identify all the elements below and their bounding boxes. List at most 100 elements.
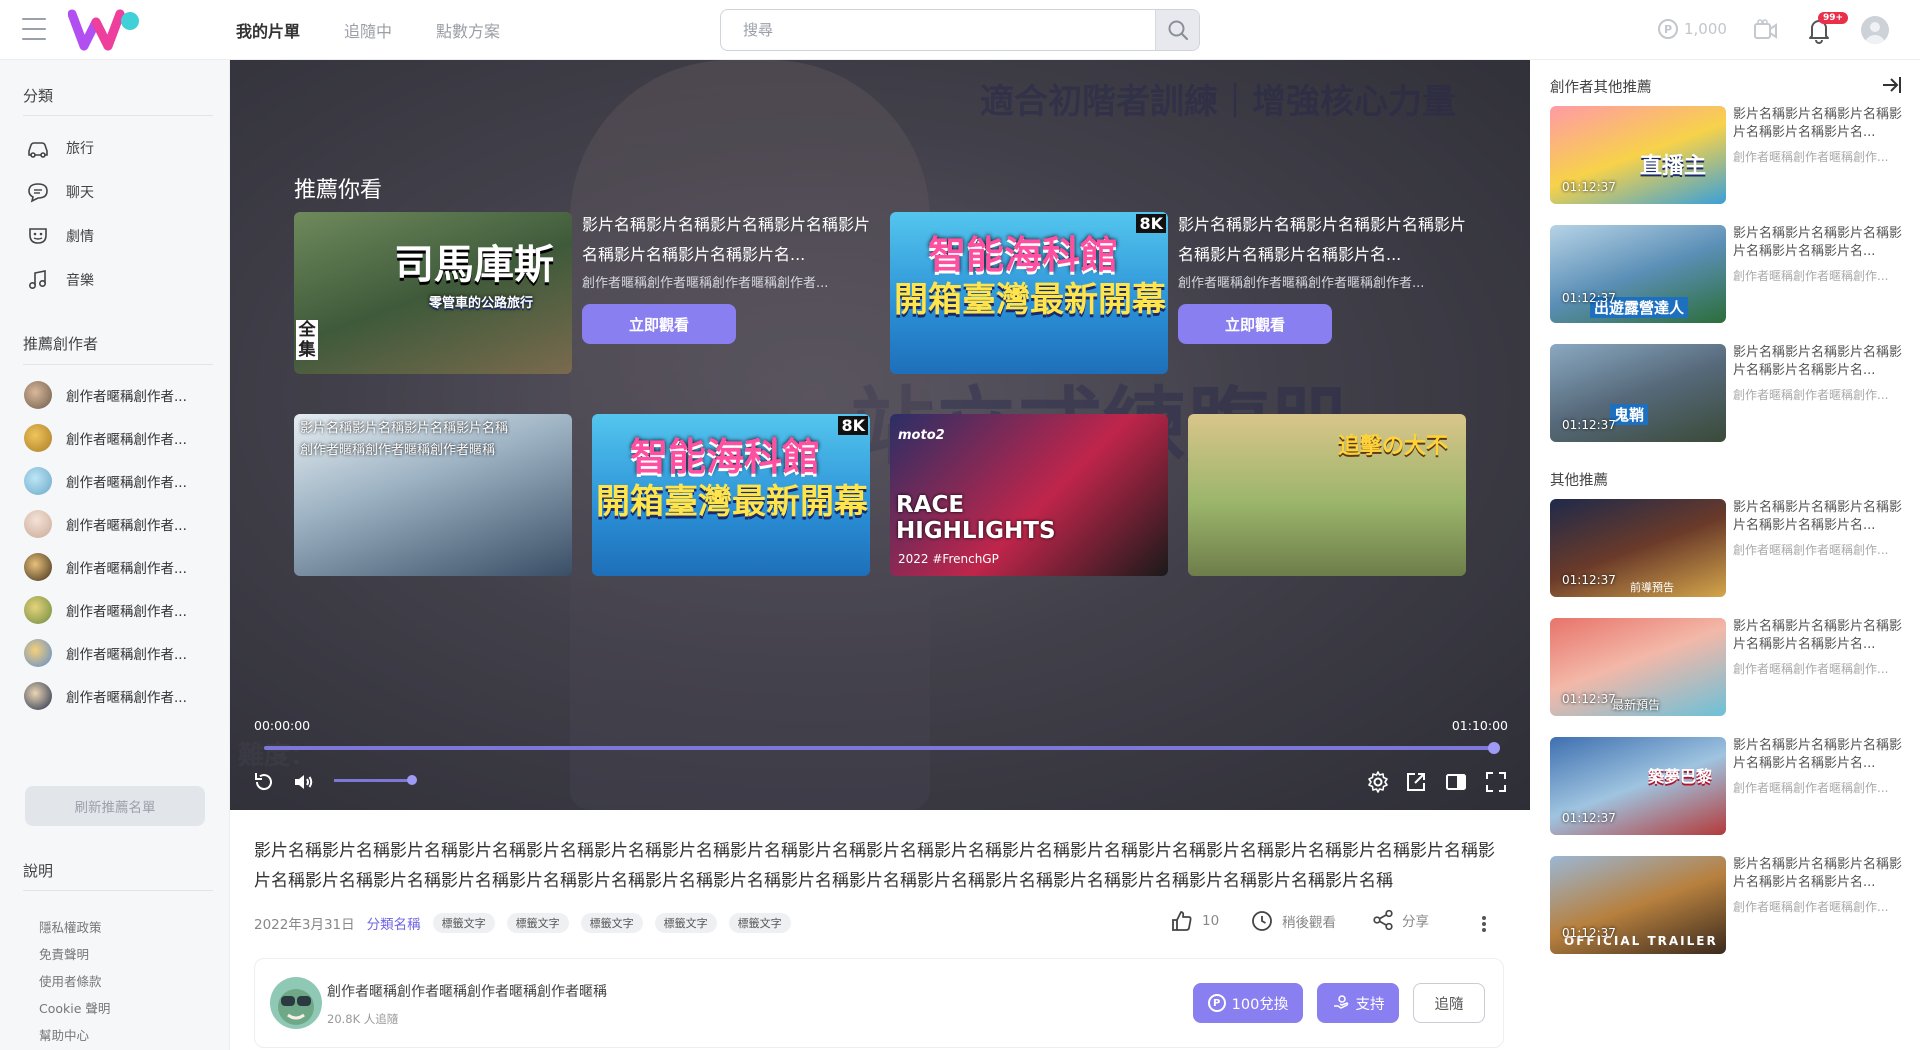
recommended-creator[interactable]: 創作者暱稱創作者... bbox=[24, 553, 214, 581]
recommended-video-thumbnail[interactable]: 追擊の大不 bbox=[1188, 414, 1466, 576]
video-player[interactable]: 適合初階者訓練｜增強核心力量 站立式練腹肌 難度： 推薦你看 司馬庫斯 零管車的… bbox=[230, 60, 1530, 810]
side-video-thumbnail[interactable]: OFFICIAL TRAILER 01:12:37 bbox=[1550, 856, 1726, 954]
category-chat[interactable]: 聊天 bbox=[26, 181, 94, 203]
thumbnail-tag: 8K bbox=[838, 416, 868, 435]
video-author[interactable]: 創作者暱稱創作者暱稱創作... bbox=[1733, 660, 1903, 677]
video-tag[interactable]: 標籤文字 bbox=[506, 913, 569, 933]
watch-now-button[interactable]: 立即觀看 bbox=[1178, 304, 1332, 344]
search-input[interactable] bbox=[721, 10, 1155, 50]
like-button[interactable]: 10 bbox=[1170, 909, 1219, 933]
creator-name[interactable]: 創作者暱稱創作者暱稱創作者暱稱創作者暱稱 bbox=[327, 981, 607, 1001]
video-author[interactable]: 創作者暱稱創作者暱稱創作... bbox=[1733, 541, 1903, 558]
side-video-thumbnail[interactable]: 最新預告 01:12:37 bbox=[1550, 618, 1726, 716]
menu-icon[interactable] bbox=[22, 18, 46, 40]
video-name[interactable]: 影片名稱影片名稱影片名稱影片名稱影片名稱影片名... bbox=[1733, 344, 1903, 380]
volume-icon[interactable] bbox=[292, 770, 316, 794]
popout-icon[interactable] bbox=[1404, 770, 1428, 794]
recommended-creator[interactable]: 創作者暱稱創作者... bbox=[24, 682, 214, 710]
video-name[interactable]: 影片名稱影片名稱影片名稱影片名稱影片名稱影片名... bbox=[1733, 618, 1903, 654]
watch-now-button[interactable]: 立即觀看 bbox=[582, 304, 736, 344]
other-recommendations-heading: 其他推薦 bbox=[1550, 473, 1608, 489]
upload-video-icon[interactable] bbox=[1752, 17, 1778, 43]
nav-following[interactable]: 追隨中 bbox=[344, 18, 392, 42]
follow-button[interactable]: 追隨 bbox=[1413, 983, 1485, 1023]
share-button[interactable]: 分享 bbox=[1372, 909, 1429, 931]
video-name[interactable]: 影片名稱影片名稱影片名稱影片名稱影片名稱影片名... bbox=[1733, 499, 1903, 535]
recommended-creator[interactable]: 創作者暱稱創作者... bbox=[24, 510, 214, 538]
search-button[interactable] bbox=[1155, 10, 1199, 50]
video-author[interactable]: 創作者暱稱創作者暱稱創作者暱稱創作者... bbox=[582, 272, 872, 291]
redeem-points-button[interactable]: P 100兌換 bbox=[1193, 983, 1303, 1023]
recommended-creator[interactable]: 創作者暱稱創作者... bbox=[24, 596, 214, 624]
side-video-thumbnail[interactable]: 鬼鞘 01:12:37 bbox=[1550, 344, 1726, 442]
video-tag[interactable]: 標籤文字 bbox=[580, 913, 643, 933]
watch-later-button[interactable]: 稍後觀看 bbox=[1250, 909, 1336, 933]
help-center-link[interactable]: 幫助中心 bbox=[39, 1025, 89, 1044]
side-video-thumbnail[interactable]: 前導預告 01:12:37 bbox=[1550, 499, 1726, 597]
creator-name: 創作者暱稱創作者... bbox=[66, 647, 187, 663]
category-link[interactable]: 分類名稱 bbox=[367, 913, 421, 933]
theater-mode-icon[interactable] bbox=[1444, 770, 1468, 794]
nav-my-list[interactable]: 我的片單 bbox=[236, 18, 300, 42]
video-name[interactable]: 影片名稱影片名稱影片名稱影片名稱影片名稱影片名... bbox=[1733, 856, 1903, 892]
video-name[interactable]: 影片名稱影片名稱影片名稱影片名稱影片名稱影片名稱影片名稱影片名... bbox=[1178, 210, 1468, 270]
more-options-icon[interactable] bbox=[1476, 912, 1492, 936]
progress-handle[interactable] bbox=[1488, 742, 1500, 754]
points-balance[interactable]: P 1,000 bbox=[1658, 19, 1727, 39]
thumbnail-text: 最新預告 bbox=[1612, 698, 1661, 712]
video-duration: 01:12:37 bbox=[1562, 291, 1616, 305]
video-author[interactable]: 創作者暱稱創作者暱稱創作... bbox=[1733, 267, 1903, 284]
video-name[interactable]: 影片名稱影片名稱影片名稱影片名稱影片名稱影片名稱影片名稱影片名... bbox=[582, 210, 872, 270]
video-name[interactable]: 影片名稱影片名稱影片名稱影片名稱影片名稱影片名... bbox=[1733, 737, 1903, 773]
collapse-panel-icon[interactable] bbox=[1880, 74, 1902, 96]
support-hand-icon bbox=[1333, 995, 1348, 1009]
side-video-thumbnail[interactable]: 直播主 01:12:37 bbox=[1550, 106, 1726, 204]
user-avatar[interactable] bbox=[1861, 16, 1889, 44]
site-logo[interactable] bbox=[68, 8, 144, 52]
volume-handle[interactable] bbox=[407, 775, 417, 785]
watch-later-label: 稍後觀看 bbox=[1282, 915, 1336, 931]
category-label: 旅行 bbox=[66, 141, 94, 157]
support-button[interactable]: 支持 bbox=[1317, 983, 1399, 1023]
side-video-thumbnail[interactable]: 出遊露營達人 01:12:37 bbox=[1550, 225, 1726, 323]
video-author[interactable]: 創作者暱稱創作者暱稱創作者暱稱創作者... bbox=[1178, 272, 1468, 291]
video-author[interactable]: 創作者暱稱創作者暱稱創作... bbox=[1733, 148, 1903, 165]
video-author[interactable]: 創作者暱稱創作者暱稱創作... bbox=[1733, 386, 1903, 403]
recommended-creator[interactable]: 創作者暱稱創作者... bbox=[24, 639, 214, 667]
side-video-thumbnail[interactable]: 築夢巴黎 01:12:37 bbox=[1550, 737, 1726, 835]
volume-slider[interactable] bbox=[334, 775, 417, 785]
recommended-video-thumbnail[interactable]: moto2 RACE HIGHLIGHTS 2022 #FrenchGP bbox=[890, 414, 1168, 576]
category-label: 劇情 bbox=[66, 229, 94, 245]
featured-video-thumbnail[interactable]: 司馬庫斯 零管車的公路旅行 全集 bbox=[294, 212, 572, 374]
cookie-link[interactable]: Cookie 聲明 bbox=[39, 998, 110, 1017]
recommended-creator[interactable]: 創作者暱稱創作者... bbox=[24, 381, 214, 409]
privacy-policy-link[interactable]: 隱私權政策 bbox=[39, 917, 102, 936]
settings-icon[interactable] bbox=[1366, 770, 1390, 794]
category-travel[interactable]: 旅行 bbox=[26, 137, 94, 159]
recommended-video-thumbnail[interactable]: 影片名稱影片名稱影片名稱影片名稱 創作者暱稱創作者暱稱創作者暱稱 bbox=[294, 414, 572, 576]
recommended-creator[interactable]: 創作者暱稱創作者... bbox=[24, 424, 214, 452]
video-tag[interactable]: 標籤文字 bbox=[432, 913, 495, 933]
thumbnail-subtext: 開箱臺灣最新開幕 bbox=[894, 280, 1166, 320]
replay-icon[interactable] bbox=[252, 770, 276, 794]
video-name[interactable]: 影片名稱影片名稱影片名稱影片名稱影片名稱影片名... bbox=[1733, 225, 1903, 261]
featured-video-thumbnail[interactable]: 智能海科館 開箱臺灣最新開幕 8K bbox=[890, 212, 1168, 374]
video-tag[interactable]: 標籤文字 bbox=[728, 913, 791, 933]
category-drama[interactable]: 劇情 bbox=[26, 225, 94, 247]
video-author[interactable]: 創作者暱稱創作者暱稱創作... bbox=[1733, 898, 1903, 915]
nav-points-plan[interactable]: 點數方案 bbox=[436, 18, 500, 42]
category-music[interactable]: 音樂 bbox=[26, 269, 94, 291]
like-count: 10 bbox=[1202, 913, 1220, 929]
video-author[interactable]: 創作者暱稱創作者暱稱創作... bbox=[1733, 779, 1903, 796]
refresh-recommendations-button[interactable]: 刷新推薦名單 bbox=[25, 786, 205, 826]
terms-link[interactable]: 使用者條款 bbox=[39, 971, 102, 990]
creator-avatar[interactable] bbox=[270, 977, 322, 1029]
video-name[interactable]: 影片名稱影片名稱影片名稱影片名稱影片名稱影片名... bbox=[1733, 106, 1903, 142]
fullscreen-icon[interactable] bbox=[1484, 770, 1508, 794]
video-tag[interactable]: 標籤文字 bbox=[654, 913, 717, 933]
avatar bbox=[24, 467, 52, 495]
recommended-video-thumbnail[interactable]: 智能海科館 開箱臺灣最新開幕 8K bbox=[592, 414, 870, 576]
disclaimer-link[interactable]: 免責聲明 bbox=[39, 944, 89, 963]
recommended-creator[interactable]: 創作者暱稱創作者... bbox=[24, 467, 214, 495]
progress-bar[interactable] bbox=[264, 742, 1500, 754]
